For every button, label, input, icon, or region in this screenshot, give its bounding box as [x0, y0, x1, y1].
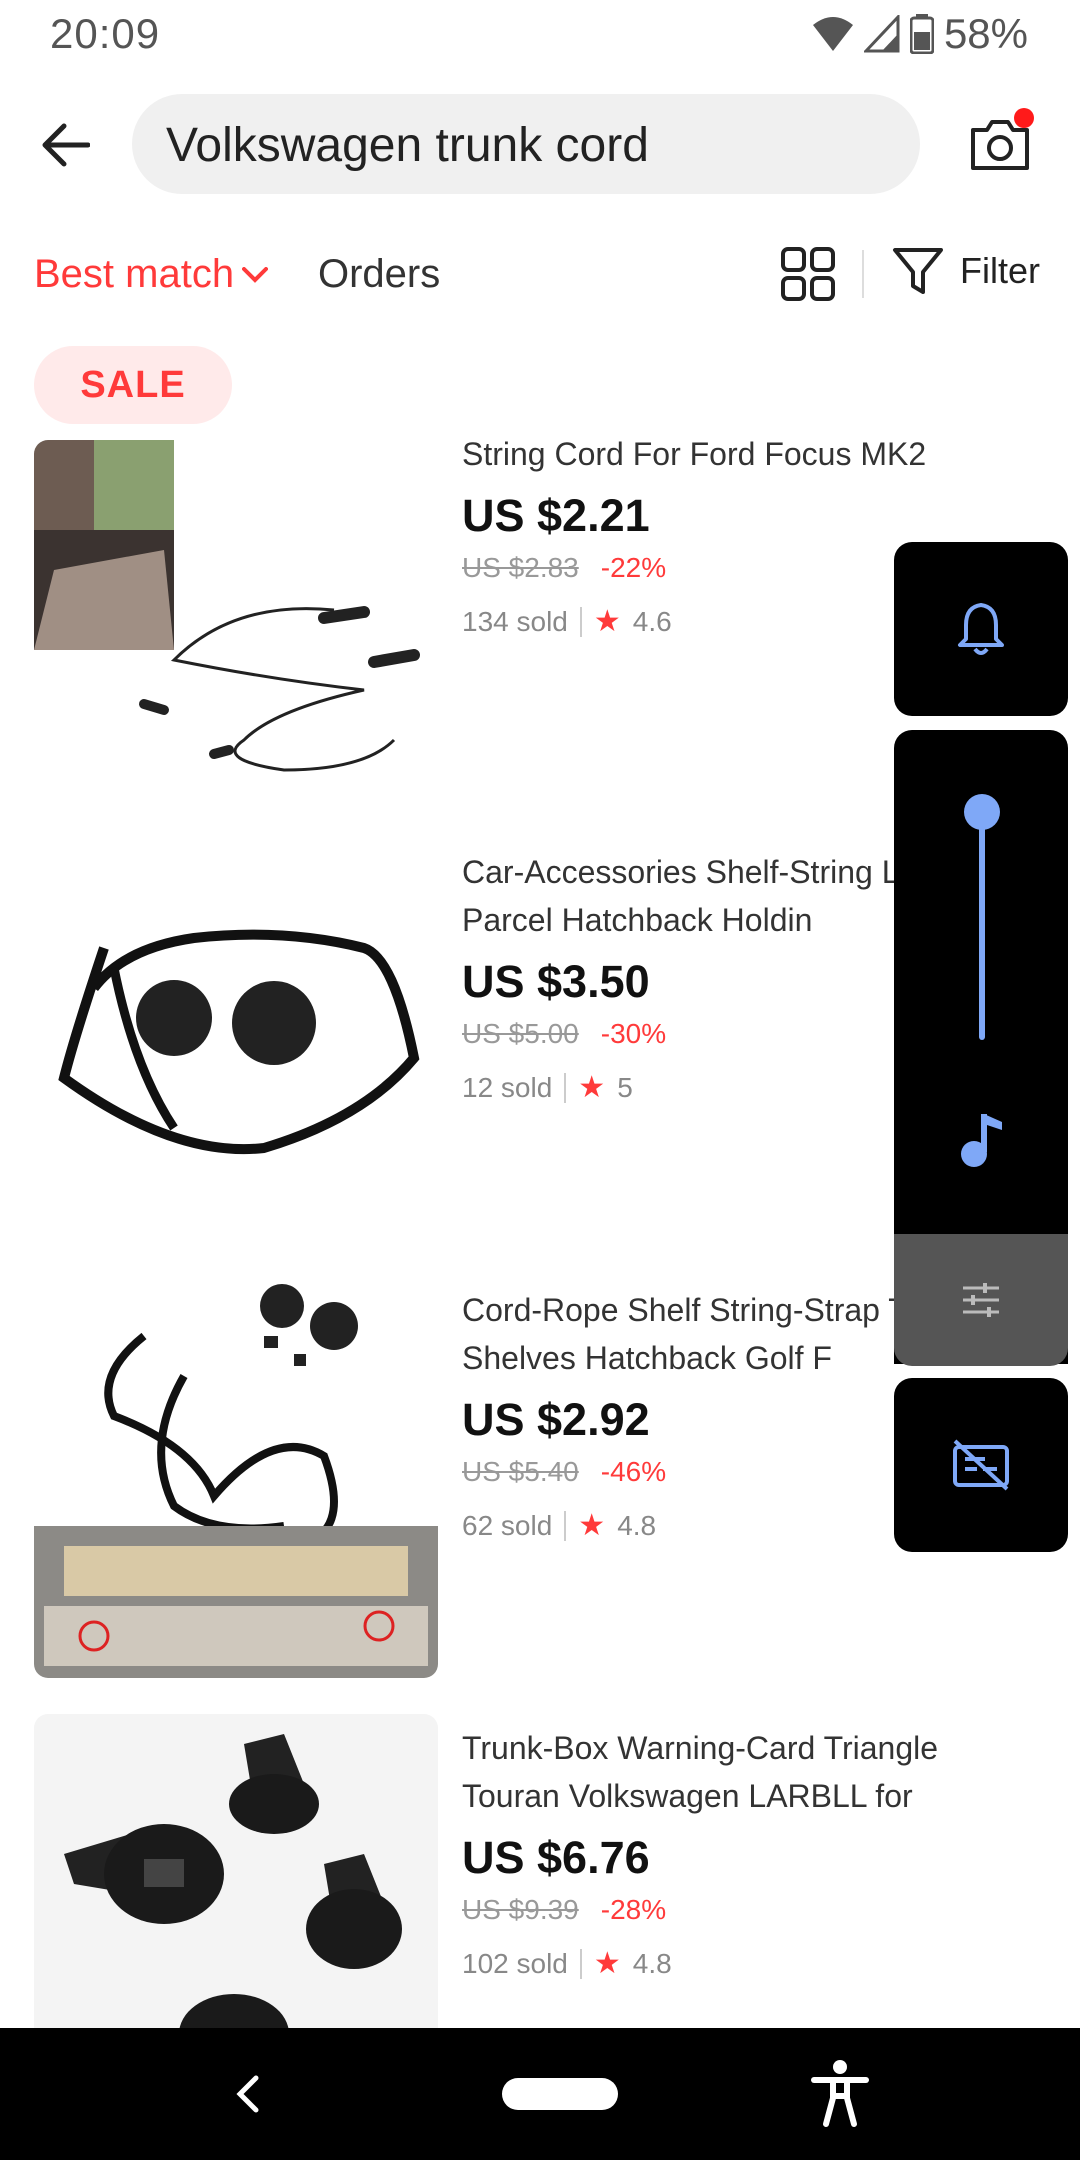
status-bar: 20:09 58% [0, 0, 1080, 70]
discount-badge: -46% [600, 1456, 667, 1487]
ring-mode-button[interactable] [894, 542, 1068, 716]
system-navigation-bar [0, 2028, 1080, 2160]
star-icon: ★ [593, 605, 621, 638]
cell-signal-icon [863, 15, 900, 53]
sold-count: 134 sold [462, 605, 568, 637]
sold-count: 62 sold [462, 1509, 553, 1541]
battery-icon [909, 14, 934, 54]
arrow-left-icon [42, 123, 90, 167]
volume-slider-track[interactable] [979, 810, 985, 1040]
grid-view-button[interactable] [780, 246, 836, 302]
rating-value: 4.8 [617, 1509, 657, 1541]
search-header: Volkswagen trunk cord [0, 90, 1080, 200]
star-icon: ★ [578, 1071, 606, 1104]
original-price: US $2.83 [462, 552, 579, 583]
music-note-icon [961, 1114, 1002, 1167]
status-icons: 58% [812, 10, 1028, 58]
divider [862, 250, 864, 298]
product-price: US $2.21 [462, 490, 650, 541]
original-price: US $5.40 [462, 1456, 579, 1487]
sold-count: 102 sold [462, 1947, 568, 1979]
volume-slider-thumb[interactable] [964, 794, 1000, 830]
discount-badge: -22% [600, 552, 667, 583]
original-price: US $9.39 [462, 1894, 579, 1925]
sale-filter-chip[interactable]: SALE [34, 346, 232, 424]
product-image [34, 838, 438, 1208]
rating-value: 4.8 [632, 1947, 672, 1979]
sort-best-match-label: Best match [34, 252, 235, 296]
nav-home-pill[interactable] [502, 2078, 618, 2110]
status-time: 20:09 [50, 10, 161, 57]
product-image [34, 1714, 438, 2028]
discount-badge: -30% [600, 1018, 667, 1049]
battery-percentage: 58% [943, 10, 1028, 57]
back-button[interactable] [30, 110, 100, 180]
product-photo [34, 1284, 438, 1678]
notification-dot [1014, 108, 1034, 128]
app-screen: 20:09 58% Volkswagen trunk cord Best mat… [0, 0, 1080, 2160]
sort-orders[interactable]: Orders [318, 252, 440, 297]
rating-value: 4.6 [632, 605, 672, 637]
product-card[interactable]: Trunk-Box Warning-Card Triangle Touran V… [0, 1714, 1080, 2028]
tune-icon [963, 1283, 999, 1317]
product-meta: 102 sold ★ 4.8 [462, 1946, 1042, 1981]
star-icon: ★ [593, 1947, 621, 1980]
filter-label: Filter [960, 250, 1040, 291]
divider [579, 1948, 582, 1979]
chevron-down-icon [242, 266, 269, 283]
divider [579, 606, 582, 637]
live-caption-button[interactable] [894, 1378, 1068, 1552]
image-search-button[interactable] [960, 104, 1040, 184]
sort-best-match[interactable]: Best match [34, 252, 269, 297]
sort-bar: Best match Orders Filter [0, 240, 1080, 310]
sound-settings-button[interactable] [894, 1234, 1068, 1366]
product-image [34, 1276, 438, 1678]
accessibility-icon[interactable] [808, 2058, 872, 2128]
star-icon: ★ [578, 1509, 606, 1542]
nav-back-icon[interactable] [220, 2064, 280, 2124]
product-title: String Cord For Ford Focus MK2 2004-... [462, 440, 927, 472]
rating-value: 5 [617, 1071, 633, 1103]
grid-icon [781, 247, 835, 301]
captions-off-icon [953, 1439, 1009, 1491]
filter-button[interactable]: Filter [892, 246, 1040, 296]
search-input[interactable]: Volkswagen trunk cord [132, 94, 920, 194]
divider [564, 1510, 567, 1541]
product-info: Trunk-Box Warning-Card Triangle Touran V… [462, 1724, 1042, 1981]
product-photo [34, 440, 420, 772]
product-photo [58, 929, 420, 1155]
bell-icon [958, 603, 1004, 655]
price-original-row: US $9.39 -28% [462, 1894, 1042, 1926]
wifi-icon [812, 17, 853, 51]
product-title: Trunk-Box Warning-Card Triangle Touran V… [462, 1730, 939, 1814]
product-photo [34, 1714, 438, 2028]
filter-icon [893, 248, 943, 294]
search-query: Volkswagen trunk cord [166, 119, 649, 172]
original-price: US $5.00 [462, 1018, 579, 1049]
divider [564, 1072, 567, 1103]
sold-count: 12 sold [462, 1071, 553, 1103]
discount-badge: -28% [600, 1894, 667, 1925]
product-image [34, 440, 438, 798]
product-price: US $6.76 [462, 1832, 650, 1883]
